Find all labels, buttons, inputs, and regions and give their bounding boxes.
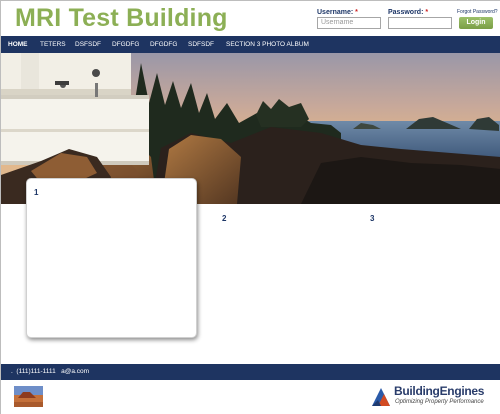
- footer-bottom: BuildingEngines Optimizing Property Perf…: [1, 380, 500, 414]
- page-frame: MRI Test Building Username: * Username P…: [0, 0, 500, 414]
- nav-item-home[interactable]: HOME: [8, 36, 28, 53]
- column-2-number: 2: [222, 214, 227, 223]
- username-label: Username: *: [317, 9, 358, 16]
- username-input[interactable]: Username: [317, 17, 381, 29]
- column-1-number: 1: [34, 188, 39, 197]
- login-button[interactable]: Login: [459, 17, 493, 29]
- nav-item-sdfsdf[interactable]: SDFSDF: [188, 36, 214, 53]
- footer-contact: . (111)111-1111 a@a.com: [11, 368, 90, 375]
- password-label: Password: *: [388, 9, 429, 16]
- footer-bar: . (111)111-1111 a@a.com: [1, 364, 500, 380]
- building-engines-logo-icon: [372, 388, 390, 406]
- brand-name: BuildingEngines: [394, 384, 485, 398]
- nav-item-dfgdfg-2[interactable]: DFGDFG: [150, 36, 177, 53]
- nav-item-dsfsdf[interactable]: DSFSDF: [75, 36, 101, 53]
- username-required-marker: *: [355, 9, 358, 16]
- forgot-password-link[interactable]: Forgot Password?: [457, 9, 498, 15]
- site-header: MRI Test Building Username: * Username P…: [1, 1, 500, 36]
- main-nav: HOME TETERS DSFSDF DFGDFG DFGDFG SDFSDF …: [1, 36, 500, 53]
- desert-landscape-thumbnail[interactable]: [14, 386, 43, 407]
- password-input[interactable]: [388, 17, 452, 29]
- password-required-marker: *: [425, 9, 429, 16]
- nav-item-dfgdfg-1[interactable]: DFGDFG: [112, 36, 139, 53]
- content-card: 1: [26, 178, 197, 338]
- building-engines-logo[interactable]: BuildingEngines Optimizing Property Perf…: [370, 384, 495, 410]
- site-title: MRI Test Building: [15, 4, 228, 32]
- nav-item-teters[interactable]: TETERS: [40, 36, 66, 53]
- brand-tagline: Optimizing Property Performance: [395, 399, 484, 405]
- nav-item-section-3-photo-album[interactable]: SECTION 3 PHOTO ALBUM: [226, 36, 309, 53]
- column-3-number: 3: [370, 214, 375, 223]
